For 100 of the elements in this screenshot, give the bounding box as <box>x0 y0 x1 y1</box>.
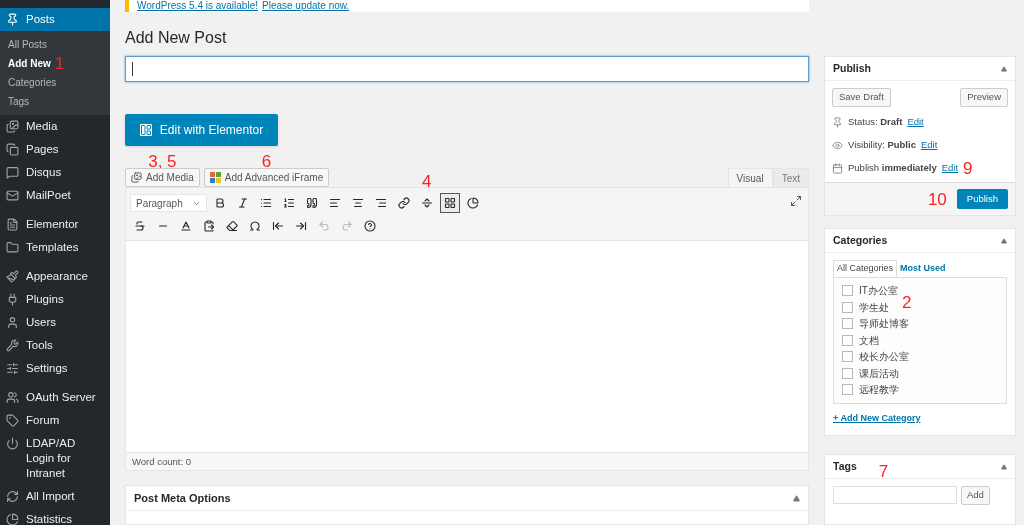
pin-icon <box>832 117 843 128</box>
page-title: Add New Post <box>125 27 228 48</box>
text-color-icon <box>180 220 192 233</box>
checkbox[interactable] <box>842 334 853 346</box>
collapse-icon[interactable] <box>1001 65 1007 72</box>
collapse-icon[interactable] <box>793 494 800 502</box>
sidebar-item[interactable]: Settings <box>0 357 110 380</box>
undo-icon <box>318 220 330 233</box>
media-icon <box>6 120 19 133</box>
preview-button[interactable]: Preview <box>960 88 1008 107</box>
folder-icon <box>6 241 19 254</box>
annotation-number: 10 <box>927 190 947 208</box>
box-title: Publish <box>833 60 871 76</box>
edit-link[interactable]: Edit <box>941 161 959 176</box>
sidebar-item[interactable]: Tools <box>0 334 110 357</box>
outdent-icon <box>272 220 284 233</box>
sidebar-item[interactable]: LDAP/AD Login for Intranet <box>0 432 110 485</box>
editor-tab[interactable]: Text <box>772 168 809 188</box>
box-title: Post Meta Options <box>134 491 231 507</box>
publish-setting: Status: Draft <box>848 115 903 130</box>
refresh-icon <box>6 490 19 503</box>
sidebar-item[interactable]: Forum <box>0 409 110 432</box>
comment-icon <box>6 166 19 179</box>
sidebar-item[interactable]: Posts <box>0 8 110 31</box>
elementor-button[interactable]: Edit with Elementor <box>125 113 278 147</box>
category-tab[interactable]: Most Used <box>897 260 949 277</box>
sidebar-item[interactable]: OAuth Server <box>0 386 110 409</box>
category-tab[interactable]: All Categories <box>833 260 898 277</box>
people-icon <box>6 391 19 404</box>
eye-icon <box>832 140 843 151</box>
sidebar-item[interactable]: Statistics <box>0 508 110 525</box>
add-media-button[interactable]: Add Media <box>125 168 200 188</box>
edit-link[interactable]: Edit <box>920 138 938 153</box>
sidebar-item[interactable]: Elementor <box>0 213 110 236</box>
add-tag-button[interactable]: Add <box>961 486 990 505</box>
sidebar-item[interactable]: All Import <box>0 485 110 508</box>
sidebar-item[interactable]: Disqus <box>0 161 110 184</box>
editor-tab[interactable]: Visual <box>727 168 773 188</box>
elementor-icon <box>139 123 152 136</box>
add-category-link[interactable]: + Add New Category <box>833 411 1007 425</box>
checkbox[interactable] <box>842 301 853 313</box>
checkbox[interactable] <box>842 285 853 297</box>
help-icon <box>364 220 376 233</box>
annotation-number: 2 <box>902 294 912 311</box>
sidebar-item[interactable]: MailPoet <box>0 184 110 207</box>
checkbox[interactable] <box>842 367 853 379</box>
sidebar-item[interactable]: Templates <box>0 236 110 259</box>
bulleted-list-icon <box>260 197 272 210</box>
quote-icon <box>306 197 318 210</box>
word-count: Word count: 0 <box>132 454 191 469</box>
tag-icon <box>6 414 19 427</box>
checkbox[interactable] <box>842 318 853 330</box>
update-link[interactable]: Please update now. <box>262 0 350 11</box>
link-icon <box>398 197 410 210</box>
category-label: 导师处博客 <box>859 317 909 332</box>
sidebar-item[interactable]: Media <box>0 115 110 138</box>
sidebar-item[interactable]: Appearance <box>0 265 110 288</box>
category-label: IT办公室 <box>859 284 898 299</box>
pie-chart-icon <box>467 197 479 210</box>
collapse-icon[interactable] <box>1001 463 1007 470</box>
publish-setting: Visibility: Public <box>848 138 916 153</box>
toolbar-button[interactable] <box>440 193 460 214</box>
edit-link[interactable]: Edit <box>907 115 924 130</box>
annotation-number: 9 <box>963 160 973 177</box>
media-icon <box>131 172 142 184</box>
submenu-item[interactable]: Categories <box>8 75 57 90</box>
sidebar-item[interactable]: Plugins <box>0 288 110 311</box>
category-label: 文档 <box>859 333 879 348</box>
power-icon <box>6 437 19 450</box>
mail-icon <box>6 189 19 202</box>
pin-icon <box>6 13 19 26</box>
brush-icon <box>6 270 19 283</box>
publish-setting: Publish immediately <box>848 161 937 176</box>
pie-chart-icon <box>6 513 19 525</box>
submenu-item[interactable]: All Posts <box>8 37 47 52</box>
indent-icon <box>295 220 307 233</box>
annotation-number: 7 <box>878 463 889 480</box>
submenu-item[interactable]: Add New <box>8 56 51 71</box>
numbered-list-icon <box>283 197 295 210</box>
notice-link[interactable]: WordPress 5.4 is available! <box>137 0 258 11</box>
title-input[interactable] <box>125 55 809 82</box>
add-iframe-button[interactable]: Add Advanced iFrame <box>203 168 330 188</box>
align-left-icon <box>329 197 341 210</box>
annotation-number: 1 <box>54 55 65 72</box>
category-label: 学生处 <box>859 300 889 315</box>
checkbox[interactable] <box>842 384 853 396</box>
checkbox[interactable] <box>842 351 853 363</box>
tag-input[interactable] <box>833 486 957 504</box>
sidebar-item[interactable]: Pages <box>0 138 110 161</box>
wrench-icon <box>6 339 19 352</box>
publish-button[interactable]: Publish <box>956 189 1008 209</box>
annotation-number: 6 <box>261 153 272 171</box>
redo-icon <box>341 220 353 233</box>
plug-icon <box>6 293 19 306</box>
submenu-item[interactable]: Tags <box>8 94 30 109</box>
fullscreen-icon[interactable] <box>790 195 802 208</box>
format-select[interactable]: Paragraph <box>130 194 207 213</box>
collapse-icon[interactable] <box>1001 237 1007 244</box>
save-draft-button[interactable]: Save Draft <box>832 88 891 107</box>
sidebar-item[interactable]: Users <box>0 311 110 334</box>
